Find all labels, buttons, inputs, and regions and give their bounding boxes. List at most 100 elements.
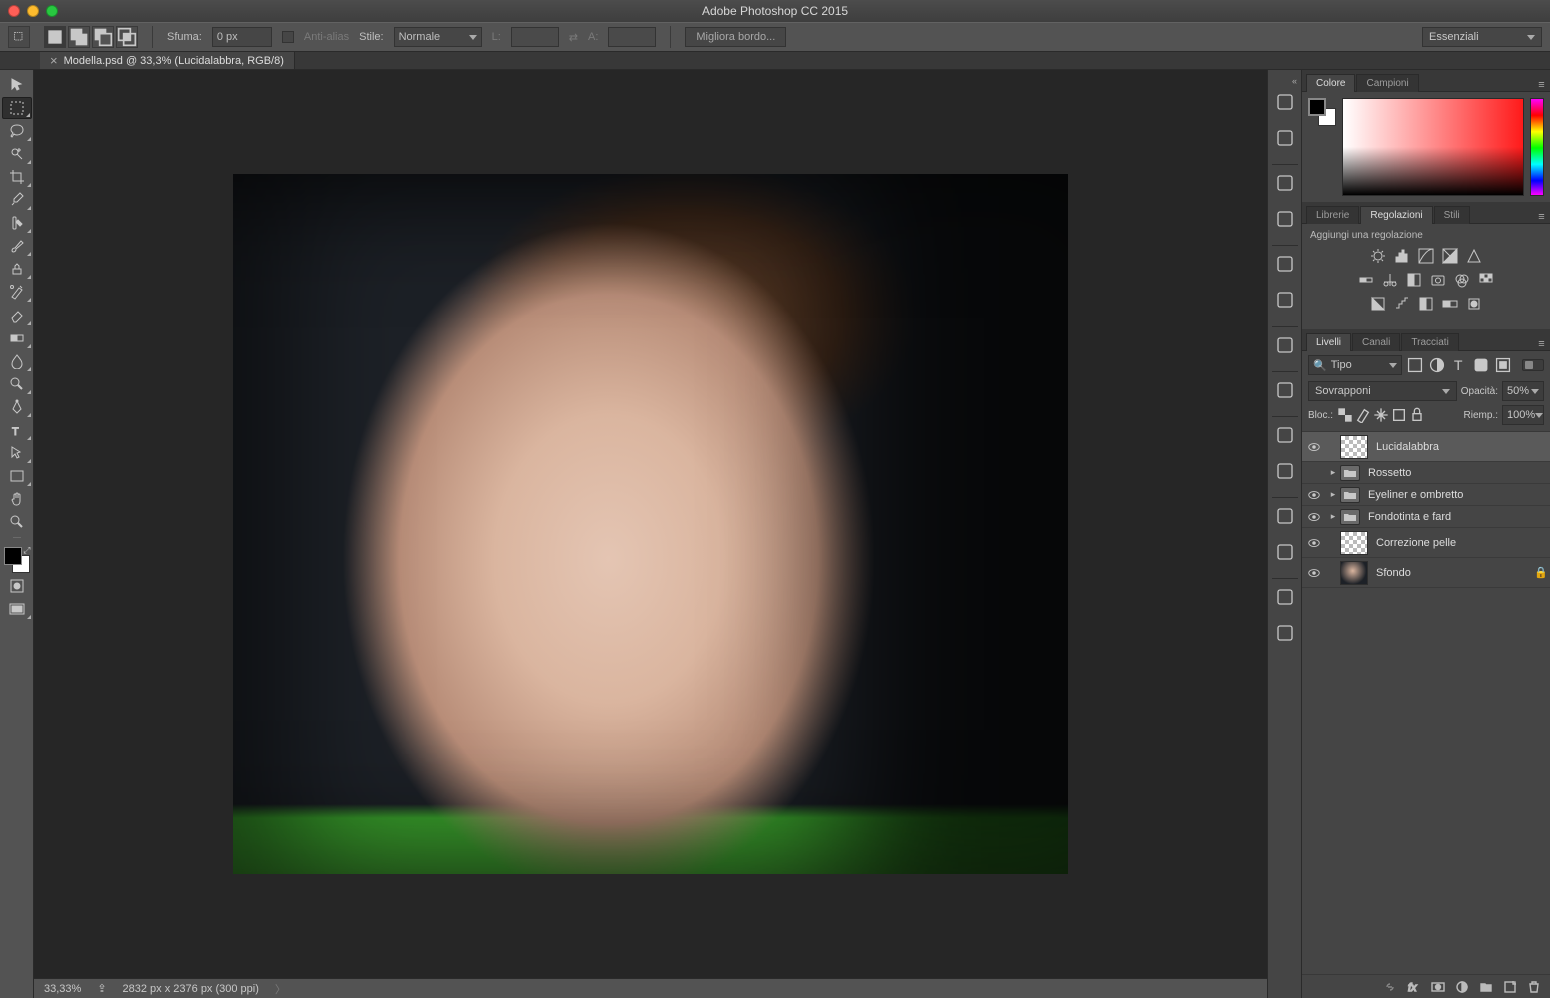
quick-select-tool[interactable]	[2, 143, 32, 165]
type-tool[interactable]: T	[2, 419, 32, 441]
screen-mode-icon[interactable]	[2, 598, 32, 620]
tab-styles[interactable]: Stili	[1434, 206, 1470, 224]
fill-input[interactable]: 100%	[1502, 405, 1544, 425]
color-swatches[interactable]	[1308, 98, 1336, 126]
status-expand-icon[interactable]: 〉	[275, 981, 286, 997]
tool-presets-icon[interactable]	[1271, 376, 1299, 404]
levels-icon[interactable]	[1393, 247, 1411, 265]
gradient-map-icon[interactable]	[1441, 295, 1459, 313]
foreground-swatch[interactable]	[1308, 98, 1326, 116]
eyedropper-tool[interactable]	[2, 189, 32, 211]
color-field[interactable]	[1342, 98, 1524, 196]
link-layers-icon[interactable]	[1382, 979, 1398, 995]
document-tab[interactable]: × Modella.psd @ 33,3% (Lucidalabbra, RGB…	[40, 52, 295, 69]
layer-row[interactable]: ▸ Fondotinta e fard	[1302, 506, 1550, 528]
layer-name[interactable]: Lucidalabbra	[1376, 441, 1550, 453]
filter-toggle[interactable]	[1522, 359, 1544, 371]
filter-shape-icon[interactable]	[1472, 356, 1490, 374]
filter-type-icon[interactable]: T	[1450, 356, 1468, 374]
new-selection-button[interactable]	[44, 26, 66, 48]
panel-menu-icon[interactable]: ≡	[1534, 79, 1550, 91]
notes-icon[interactable]	[1271, 583, 1299, 611]
opacity-input[interactable]: 50%	[1502, 381, 1544, 401]
tab-libraries[interactable]: Librerie	[1306, 206, 1359, 224]
workspace-picker[interactable]: Essenziali	[1422, 27, 1542, 47]
character-styles-icon[interactable]	[1271, 538, 1299, 566]
adjustment-layer-icon[interactable]	[1454, 979, 1470, 995]
visibility-toggle[interactable]	[1302, 536, 1326, 550]
curves-icon[interactable]	[1417, 247, 1435, 265]
tab-swatches[interactable]: Campioni	[1356, 74, 1418, 92]
layer-name[interactable]: Rossetto	[1368, 467, 1550, 479]
crop-tool[interactable]	[2, 166, 32, 188]
layer-row[interactable]: ▸Rossetto	[1302, 462, 1550, 484]
document-dimensions[interactable]: 2832 px x 2376 px (300 ppi)	[123, 983, 259, 995]
vibrance-icon[interactable]	[1465, 247, 1483, 265]
lasso-tool[interactable]	[2, 120, 32, 142]
close-window-button[interactable]	[8, 5, 20, 17]
gradient-tool[interactable]	[2, 327, 32, 349]
document-window[interactable]	[34, 70, 1267, 978]
exposure-icon[interactable]	[1441, 247, 1459, 265]
history-brush-tool[interactable]	[2, 281, 32, 303]
visibility-toggle[interactable]	[1302, 510, 1326, 524]
intersect-selection-button[interactable]	[116, 26, 138, 48]
lock-artboard-icon[interactable]	[1391, 407, 1407, 423]
brightness-icon[interactable]	[1271, 169, 1299, 197]
character-icon[interactable]	[1271, 421, 1299, 449]
info-icon[interactable]	[1271, 286, 1299, 314]
clone-source-icon[interactable]	[1271, 250, 1299, 278]
hue-saturation-icon[interactable]	[1357, 271, 1375, 289]
close-tab-icon[interactable]: ×	[50, 54, 58, 67]
healing-brush-tool[interactable]	[2, 212, 32, 234]
lock-pixels-icon[interactable]	[1355, 407, 1371, 423]
brush-tool[interactable]	[2, 235, 32, 257]
panel-menu-icon[interactable]: ≡	[1534, 338, 1550, 350]
color-balance-icon[interactable]	[1381, 271, 1399, 289]
layer-name[interactable]: Fondotinta e fard	[1368, 511, 1550, 523]
expand-group-icon[interactable]: ▸	[1326, 511, 1340, 522]
lock-all-icon[interactable]	[1409, 407, 1425, 423]
layer-row[interactable]: Sfondo🔒	[1302, 558, 1550, 588]
zoom-level[interactable]: 33,33%	[44, 983, 81, 995]
minimize-window-button[interactable]	[27, 5, 39, 17]
layer-row[interactable]: Correzione pelle	[1302, 528, 1550, 558]
layer-mask-icon[interactable]	[1430, 979, 1446, 995]
layer-name[interactable]: Eyeliner e ombretto	[1368, 489, 1550, 501]
layer-name[interactable]: Sfondo	[1376, 567, 1532, 579]
dodge-tool[interactable]	[2, 373, 32, 395]
histogram-icon[interactable]	[1271, 205, 1299, 233]
panel-menu-icon[interactable]: ≡	[1534, 211, 1550, 223]
tab-layers[interactable]: Livelli	[1306, 333, 1351, 351]
pen-tool[interactable]	[2, 396, 32, 418]
rectangle-tool[interactable]	[2, 465, 32, 487]
delete-layer-icon[interactable]	[1526, 979, 1542, 995]
tool-preset-picker[interactable]	[8, 26, 30, 48]
lock-transparent-icon[interactable]	[1337, 407, 1353, 423]
quick-mask-icon[interactable]	[2, 575, 32, 597]
layer-filter-kind[interactable]: 🔍 Tipo	[1308, 355, 1402, 375]
history-icon[interactable]	[1271, 88, 1299, 116]
hand-tool[interactable]	[2, 488, 32, 510]
filter-pixel-icon[interactable]	[1406, 356, 1424, 374]
black-white-icon[interactable]	[1405, 271, 1423, 289]
glyphs-icon[interactable]	[1271, 502, 1299, 530]
foreground-color[interactable]	[4, 547, 22, 565]
marquee-tool[interactable]	[2, 97, 32, 119]
actions-icon[interactable]	[1271, 124, 1299, 152]
move-tool[interactable]	[2, 74, 32, 96]
brightness-contrast-icon[interactable]	[1369, 247, 1387, 265]
add-selection-button[interactable]	[68, 26, 90, 48]
paragraph-icon[interactable]	[1271, 457, 1299, 485]
visibility-toggle[interactable]	[1302, 566, 1326, 580]
new-group-icon[interactable]	[1478, 979, 1494, 995]
zoom-tool[interactable]	[2, 511, 32, 533]
layer-row[interactable]: ▸Eyeliner e ombretto	[1302, 484, 1550, 506]
swap-colors-icon[interactable]: ⤢	[23, 545, 30, 556]
color-swatches[interactable]: ⤢	[2, 545, 32, 575]
invert-icon[interactable]	[1369, 295, 1387, 313]
expand-dock-icon[interactable]: «	[1288, 74, 1301, 88]
path-select-tool[interactable]	[2, 442, 32, 464]
filter-adjustment-icon[interactable]	[1428, 356, 1446, 374]
photo-filter-icon[interactable]	[1429, 271, 1447, 289]
